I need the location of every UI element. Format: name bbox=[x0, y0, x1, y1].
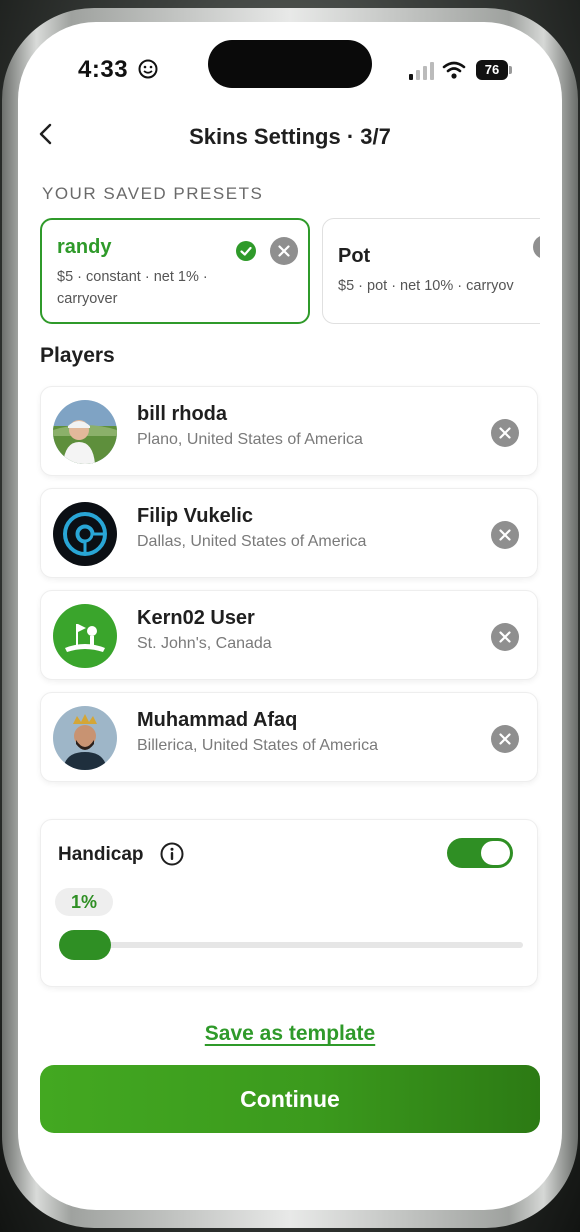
remove-preset-icon[interactable] bbox=[533, 235, 540, 259]
player-location: St. John's, Canada bbox=[137, 635, 272, 652]
player-card[interactable]: Muhammad Afaq Billerica, United States o… bbox=[40, 692, 538, 782]
status-bar: 4:33 76 bbox=[18, 22, 562, 112]
handicap-slider-track[interactable] bbox=[61, 942, 523, 948]
player-name: bill rhoda bbox=[137, 403, 227, 425]
player-location: Billerica, United States of America bbox=[137, 737, 378, 754]
avatar bbox=[53, 502, 117, 566]
player-name: Filip Vukelic bbox=[137, 505, 253, 527]
presets-carousel[interactable]: randy $5 · constant · net 1% · carryover… bbox=[40, 218, 540, 328]
player-location: Dallas, United States of America bbox=[137, 533, 367, 550]
app-screen: 4:33 76 Skins Settings · 3/7 YOUR SAVED … bbox=[18, 22, 562, 1210]
smiley-icon bbox=[138, 59, 158, 79]
battery-indicator: 76 bbox=[476, 60, 508, 80]
status-time: 4:33 bbox=[78, 56, 129, 83]
saved-presets-label: YOUR SAVED PRESETS bbox=[42, 184, 264, 203]
preset-name: randy bbox=[57, 236, 112, 258]
player-name: Kern02 User bbox=[137, 607, 255, 629]
toggle-knob bbox=[481, 841, 510, 865]
player-name: Muhammad Afaq bbox=[137, 709, 298, 731]
handicap-value: 1% bbox=[55, 888, 113, 916]
preset-card-pot[interactable]: Pot $5 · pot · net 10% · carryov bbox=[322, 218, 540, 324]
nav-bar: Skins Settings · 3/7 bbox=[18, 114, 562, 160]
page-title: Skins Settings · 3/7 bbox=[189, 124, 391, 149]
check-circle-icon bbox=[236, 241, 256, 261]
preset-description: $5 · constant · net 1% · carryover bbox=[57, 269, 208, 307]
preset-card-randy[interactable]: randy $5 · constant · net 1% · carryover bbox=[40, 218, 310, 324]
handicap-slider-thumb[interactable] bbox=[59, 930, 111, 960]
preset-description: $5 · pot · net 10% · carryov bbox=[338, 278, 514, 294]
battery-nub bbox=[509, 66, 512, 74]
handicap-toggle[interactable] bbox=[447, 838, 513, 868]
player-location: Plano, United States of America bbox=[137, 431, 363, 448]
remove-player-icon[interactable] bbox=[491, 623, 519, 651]
wifi-icon bbox=[442, 61, 466, 79]
handicap-card: Handicap 1% bbox=[40, 819, 538, 987]
remove-preset-icon[interactable] bbox=[270, 237, 298, 265]
player-card[interactable]: Filip Vukelic Dallas, United States of A… bbox=[40, 488, 538, 578]
players-heading: Players bbox=[40, 344, 115, 367]
remove-player-icon[interactable] bbox=[491, 521, 519, 549]
avatar bbox=[53, 604, 117, 668]
player-card[interactable]: Kern02 User St. John's, Canada bbox=[40, 590, 538, 680]
remove-player-icon[interactable] bbox=[491, 725, 519, 753]
cellular-signal-icon bbox=[409, 62, 434, 80]
preset-name: Pot bbox=[338, 245, 371, 267]
player-list: bill rhoda Plano, United States of Ameri… bbox=[40, 386, 538, 794]
info-icon[interactable] bbox=[160, 842, 184, 866]
continue-button[interactable]: Continue bbox=[40, 1065, 540, 1133]
handicap-label: Handicap bbox=[58, 844, 144, 865]
avatar bbox=[53, 400, 117, 464]
save-template-link[interactable]: Save as template bbox=[18, 1022, 562, 1046]
dynamic-island bbox=[208, 40, 372, 88]
player-card[interactable]: bill rhoda Plano, United States of Ameri… bbox=[40, 386, 538, 476]
remove-player-icon[interactable] bbox=[491, 419, 519, 447]
avatar bbox=[53, 706, 117, 770]
